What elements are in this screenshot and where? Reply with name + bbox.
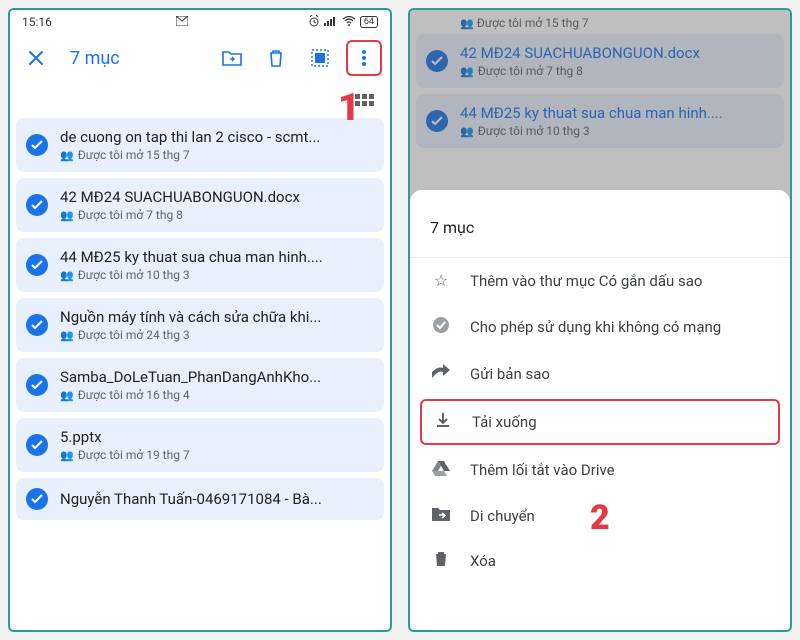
star-icon: ☆: [430, 271, 452, 290]
move-to-folder-button[interactable]: [214, 40, 250, 76]
wifi-icon: [342, 15, 356, 29]
check-icon: [26, 314, 48, 336]
view-toolbar: [10, 82, 390, 118]
move-icon: [430, 506, 452, 525]
shared-icon: 👥: [60, 209, 74, 222]
select-all-button[interactable]: [302, 40, 338, 76]
shared-icon: 👥: [60, 389, 74, 402]
mail-icon: [176, 15, 188, 29]
sheet-item-offline[interactable]: Cho phép sử dụng khi không có mạng: [410, 303, 790, 351]
sheet-item-move[interactable]: Di chuyển: [410, 493, 790, 538]
list-item[interactable]: 42 MĐ24 SUACHUABONGUON.docx 👥 Được tôi mở…: [16, 178, 384, 232]
sheet-item-label: Tải xuống: [472, 413, 537, 431]
selection-toolbar: 7 mục: [10, 34, 390, 82]
sheet-title: 7 mục: [410, 210, 790, 258]
check-icon: [26, 254, 48, 276]
trash-icon: [430, 551, 452, 571]
signal-icon: [324, 15, 338, 29]
drive-shortcut-icon: +: [430, 460, 452, 480]
file-title: Nguyễn Thanh Tuấn-0469171084 - Bà...: [60, 490, 374, 508]
file-subtitle: Được tôi mở 15 thg 7: [78, 148, 190, 162]
status-bar: 15:16 64: [10, 10, 390, 34]
list-item[interactable]: de cuong on tap thi lan 2 cisco - scmt..…: [16, 118, 384, 172]
file-title: Nguồn máy tính và cách sửa chữa khi...: [60, 308, 374, 326]
file-title: Samba_DoLeTuan_PhanDangAnhKho...: [60, 368, 374, 386]
sheet-item-label: Cho phép sử dụng khi không có mạng: [470, 318, 721, 336]
check-icon: [26, 434, 48, 456]
phone-right: 👥 Được tôi mở 15 thg 7 42 MĐ24 SUACHUABO…: [408, 8, 792, 632]
file-subtitle: Được tôi mở 24 thg 3: [78, 328, 190, 342]
delete-button[interactable]: [258, 40, 294, 76]
list-item[interactable]: 5.pptx 👥 Được tôi mở 19 thg 7: [16, 418, 384, 472]
status-time: 15:16: [22, 15, 52, 29]
shared-icon: 👥: [60, 329, 74, 342]
file-title: 5.pptx: [60, 428, 374, 446]
check-icon: [26, 134, 48, 156]
check-icon: [26, 488, 48, 510]
grid-view-button[interactable]: [355, 94, 374, 106]
sheet-item-label: Thêm lối tắt vào Drive: [470, 461, 615, 479]
file-list: de cuong on tap thi lan 2 cisco - scmt..…: [10, 118, 390, 630]
check-icon: [26, 374, 48, 396]
offline-icon: [430, 316, 452, 338]
list-item[interactable]: Nguyễn Thanh Tuấn-0469171084 - Bà...: [16, 478, 384, 520]
check-icon: [26, 194, 48, 216]
shared-icon: 👥: [60, 269, 74, 282]
list-item[interactable]: Samba_DoLeTuan_PhanDangAnhKho... 👥 Được t…: [16, 358, 384, 412]
download-icon: [432, 412, 454, 432]
sheet-item-label: Gửi bản sao: [470, 365, 550, 383]
sheet-item-shortcut[interactable]: + Thêm lối tắt vào Drive: [410, 447, 790, 493]
sheet-item-delete[interactable]: Xóa: [410, 538, 790, 584]
more-options-button[interactable]: [346, 40, 382, 76]
list-item[interactable]: 44 MĐ25 ky thuat sua chua man hinh.... 👥…: [16, 238, 384, 292]
file-subtitle: Được tôi mở 19 thg 7: [78, 448, 190, 462]
file-title: de cuong on tap thi lan 2 cisco - scmt..…: [60, 128, 374, 146]
selection-count: 7 mục: [62, 48, 206, 69]
file-title: 44 MĐ25 ky thuat sua chua man hinh....: [60, 248, 374, 266]
shared-icon: 👥: [60, 149, 74, 162]
phone-left: 15:16 64 7 mục: [8, 8, 392, 632]
sheet-item-download[interactable]: Tải xuống: [420, 399, 780, 445]
sheet-item-send[interactable]: Gửi bản sao: [410, 351, 790, 397]
sheet-item-star[interactable]: ☆ Thêm vào thư mục Có gắn dấu sao: [410, 258, 790, 303]
file-subtitle: Được tôi mở 7 thg 8: [78, 208, 183, 222]
file-subtitle: Được tôi mở 16 thg 4: [78, 388, 190, 402]
file-subtitle: Được tôi mở 10 thg 3: [78, 268, 190, 282]
shared-icon: 👥: [60, 449, 74, 462]
list-item[interactable]: Nguồn máy tính và cách sửa chữa khi... 👥…: [16, 298, 384, 352]
share-icon: [430, 364, 452, 384]
bottom-sheet: 7 mục ☆ Thêm vào thư mục Có gắn dấu sao …: [410, 190, 790, 630]
file-title: 42 MĐ24 SUACHUABONGUON.docx: [60, 188, 374, 206]
sheet-item-label: Thêm vào thư mục Có gắn dấu sao: [470, 272, 703, 290]
battery-level: 64: [360, 16, 378, 28]
sheet-item-label: Di chuyển: [470, 507, 535, 525]
alarm-icon: [308, 15, 320, 30]
sheet-item-label: Xóa: [470, 552, 496, 570]
svg-text:+: +: [445, 460, 450, 470]
close-button[interactable]: [18, 40, 54, 76]
